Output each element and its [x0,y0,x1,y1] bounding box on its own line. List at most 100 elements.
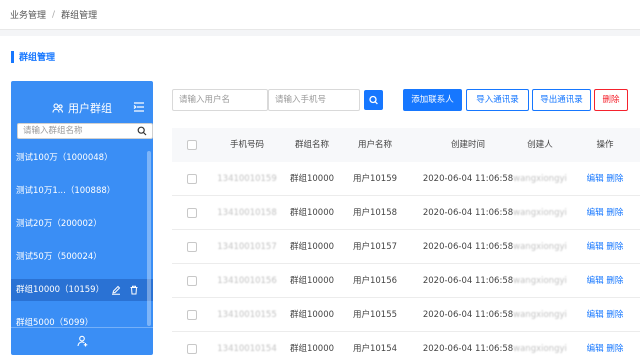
group-cell: 群组10000 [289,208,335,218]
user-cell: 用户10154 [352,344,398,354]
search-icon[interactable] [137,126,147,136]
row-checkbox[interactable] [187,208,197,218]
delete-link[interactable]: 删除 [606,344,623,354]
sidebar-header: 用户群组 [11,98,153,118]
table-header: 手机号码 群组名称 用户名称 创建时间 创建人 操作 [172,128,640,162]
phone-cell: 13410010157 [217,242,277,252]
group-search-field [17,123,153,139]
user-cell: 用户10155 [352,310,398,320]
group-list-item[interactable]: 测试100万（1000048） [11,147,153,169]
group-list-item[interactable]: 测试10万1...（100888） [11,180,153,202]
table-row: 13410010158 群组10000 用户10158 2020-06-04 1… [172,196,640,230]
delete-link[interactable]: 删除 [606,242,623,252]
phone-cell: 13410010155 [217,310,277,320]
group-list-item-active[interactable]: 群组10000（10159） [11,279,153,301]
phone-field [268,89,360,111]
main-content: 用户群组 测试100万（1000048） 测试10万1...（100888） 测… [0,74,640,355]
sidebar-scrollbar[interactable] [147,151,151,326]
table-row: 13410010159 群组10000 用户10159 2020-06-04 1… [172,162,640,196]
table-row: 13410010157 群组10000 用户10157 2020-06-04 1… [172,230,640,264]
row-checkbox[interactable] [187,276,197,286]
actions-cell: 编辑 删除 [580,230,630,264]
group-item-label: 测试20万（200002） [16,219,102,229]
search-icon [369,95,378,105]
group-list-item[interactable]: 测试50万（500024） [11,246,153,268]
phone-cell: 13410010156 [217,276,277,286]
menu-toggle-icon[interactable] [133,101,145,113]
column-header: 创建人 [527,140,553,150]
breadcrumb: 业务管理 / 群组管理 [0,0,640,30]
creator-cell: wangxiongyi [513,208,567,218]
group-search-input[interactable] [18,124,128,138]
username-field [172,89,268,111]
row-checkbox[interactable] [187,344,197,354]
search-button[interactable] [364,90,383,110]
select-all-checkbox[interactable] [187,140,197,150]
breadcrumb-root[interactable]: 业务管理 [10,8,46,21]
creator-cell: wangxiongyi [513,310,567,320]
phone-cell: 13410010158 [217,208,277,218]
group-cell: 群组10000 [289,174,335,184]
table-row: 13410010156 群组10000 用户10156 2020-06-04 1… [172,264,640,298]
phone-cell: 13410010159 [217,174,277,184]
row-checkbox[interactable] [187,310,197,320]
user-group-icon [52,103,64,113]
group-cell: 群组10000 [289,242,335,252]
creator-cell: wangxiongyi [513,242,567,252]
group-item-label: 测试50万（500024） [16,252,102,262]
actions-cell: 编辑 删除 [580,162,630,196]
delete-link[interactable]: 删除 [606,276,623,286]
sidebar-footer [11,327,153,355]
actions-cell: 编辑 删除 [580,196,630,230]
edit-link[interactable]: 编辑 [587,344,604,354]
add-user-icon[interactable] [77,335,89,347]
creator-cell: wangxiongyi [513,276,567,286]
title-accent-bar [11,51,14,63]
row-checkbox[interactable] [187,242,197,252]
column-header: 手机号码 [229,140,264,150]
breadcrumb-separator: / [52,9,56,20]
edit-link[interactable]: 编辑 [587,310,604,320]
page-title-card: 群组管理 [0,36,640,74]
sidebar-title: 用户群组 [68,102,112,115]
table-row: 13410010155 群组10000 用户10155 2020-06-04 1… [172,298,640,332]
trash-icon[interactable] [129,285,139,295]
group-list-item[interactable]: 测试20万（200002） [11,213,153,235]
creator-cell: wangxiongyi [513,344,567,354]
phone-input[interactable] [269,90,359,110]
group-cell: 群组10000 [289,310,335,320]
actions-cell: 编辑 删除 [580,264,630,298]
delete-button[interactable]: 删除 [594,89,628,111]
group-cell: 群组10000 [289,344,335,354]
breadcrumb-current: 群组管理 [61,11,98,21]
group-sidebar: 用户群组 测试100万（1000048） 测试10万1...（100888） 测… [11,81,153,355]
user-cell: 用户10159 [352,174,398,184]
group-item-label: 群组10000（10159） [16,285,105,295]
actions-cell: 编辑 删除 [580,298,630,332]
page-title: 群组管理 [19,53,56,63]
edit-link[interactable]: 编辑 [587,174,604,184]
username-input[interactable] [173,90,267,110]
row-checkbox[interactable] [187,174,197,184]
actions-cell: 编辑 删除 [580,332,630,355]
delete-link[interactable]: 删除 [606,208,623,218]
delete-link[interactable]: 删除 [606,174,623,184]
creator-cell: wangxiongyi [513,174,567,184]
import-contacts-button[interactable]: 导入通讯录 [466,89,529,111]
delete-link[interactable]: 删除 [606,310,623,320]
edit-link[interactable]: 编辑 [587,276,604,286]
user-cell: 用户10157 [352,242,398,252]
edit-link[interactable]: 编辑 [587,208,604,218]
user-cell: 用户10158 [352,208,398,218]
export-contacts-button[interactable]: 导出通讯录 [532,89,591,111]
edit-link[interactable]: 编辑 [587,242,604,252]
phone-cell: 13410010154 [217,344,277,354]
user-cell: 用户10156 [352,276,398,286]
column-header: 群组名称 [294,140,329,150]
group-item-label: 测试100万（1000048） [16,153,113,163]
column-header: 用户名称 [357,140,392,150]
edit-icon[interactable] [111,285,121,295]
column-header: 操作 [596,140,614,150]
add-contact-button[interactable]: 添加联系人 [403,89,462,111]
group-item-label: 测试10万1...（100888） [16,186,116,196]
